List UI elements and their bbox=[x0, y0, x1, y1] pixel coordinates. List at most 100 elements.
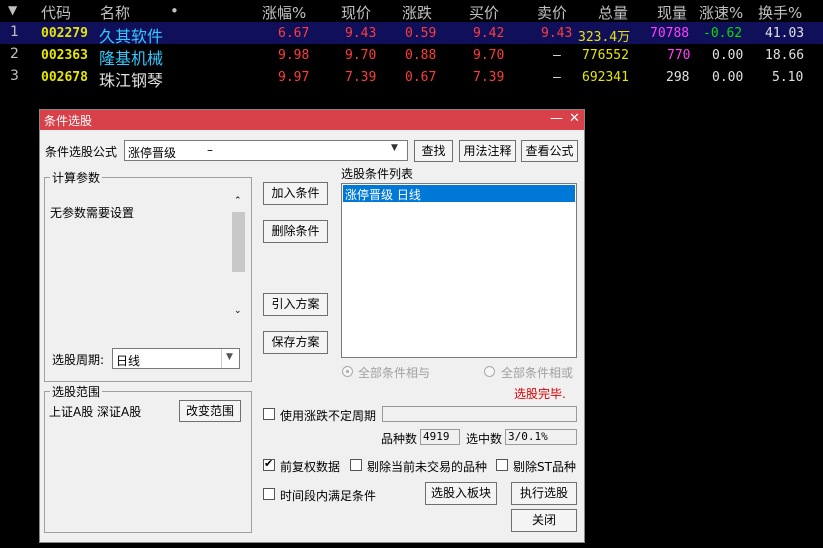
col-ask[interactable]: 卖价 bbox=[537, 2, 567, 23]
cell-price: 9.70 bbox=[345, 48, 377, 63]
col-name[interactable]: 名称 bbox=[100, 2, 130, 23]
col-turnover[interactable]: 换手% bbox=[758, 2, 802, 23]
scroll-up-icon[interactable]: ⌃ bbox=[234, 196, 242, 206]
run-select-button[interactable]: 执行选股 bbox=[511, 482, 577, 505]
add-condition-button[interactable]: 加入条件 bbox=[263, 182, 328, 205]
params-text: 无参数需要设置 bbox=[50, 206, 135, 220]
cell-speed: 0.00 bbox=[712, 70, 744, 85]
range-group-label: 选股范围 bbox=[50, 383, 103, 400]
count-value: 4919 bbox=[420, 429, 460, 445]
exclude-st-checkbox[interactable] bbox=[496, 459, 508, 471]
cell-bid: 9.70 bbox=[473, 48, 505, 63]
formula-label: 条件选股公式 bbox=[45, 145, 118, 159]
chevron-down-icon[interactable]: ▼ bbox=[226, 352, 233, 362]
delete-condition-button[interactable]: 删除条件 bbox=[263, 220, 328, 243]
cell-volume: 323.4万 bbox=[578, 30, 631, 45]
prefq-label: 前复权数据 bbox=[280, 460, 341, 474]
list-item[interactable]: 涨停晋级 日线 bbox=[343, 185, 575, 202]
check-icon: ✔ bbox=[264, 457, 274, 470]
cell-speed: -0.62 bbox=[703, 26, 743, 41]
cell-ask: — bbox=[553, 70, 561, 85]
col-code[interactable]: 代码 bbox=[41, 2, 71, 23]
scrollbar-thumb[interactable] bbox=[232, 212, 245, 272]
stock-code: 002363 bbox=[41, 48, 88, 63]
cell-ask: 9.43 bbox=[541, 26, 573, 41]
period-select[interactable]: 日线 ▼ bbox=[112, 348, 240, 369]
table-header: ▼ 代码 名称 • 涨幅% 现价 涨跌 买价 卖价 总量 现量 涨速% 换手% bbox=[0, 0, 823, 22]
col-price[interactable]: 现价 bbox=[341, 2, 371, 23]
cell-pct: 9.98 bbox=[278, 48, 310, 63]
save-scheme-button[interactable]: 保存方案 bbox=[263, 331, 328, 354]
close-button[interactable]: 关闭 bbox=[511, 509, 577, 532]
cell-bid: 9.42 bbox=[473, 26, 505, 41]
cell-volume: 692341 bbox=[582, 70, 629, 85]
stock-code: 002678 bbox=[41, 70, 88, 85]
dialog-title-bar[interactable]: 条件选股 — ✕ bbox=[40, 110, 584, 130]
cell-turnover: 18.66 bbox=[765, 48, 805, 63]
radio-and-label: 全部条件相与 bbox=[358, 366, 431, 380]
range-text: 上证A股 深证A股 bbox=[49, 405, 142, 419]
table-row[interactable]: 3 002678 珠江钢琴 9.97 7.39 0.67 7.39 — 6923… bbox=[0, 66, 823, 90]
usage-note-button[interactable]: 用法注释 bbox=[459, 140, 516, 162]
row-index: 1 bbox=[10, 24, 19, 40]
col-bid[interactable]: 买价 bbox=[469, 2, 499, 23]
view-formula-button[interactable]: 查看公式 bbox=[521, 140, 578, 162]
timerange-label: 时间段内满足条件 bbox=[280, 489, 377, 503]
radio-and[interactable] bbox=[342, 366, 353, 377]
selected-label: 选中数 bbox=[466, 432, 503, 446]
col-pct[interactable]: 涨幅% bbox=[262, 2, 306, 23]
col-dot: • bbox=[170, 2, 179, 20]
cell-volume: 776552 bbox=[582, 48, 629, 63]
period-label: 选股周期: bbox=[52, 353, 105, 367]
col-change[interactable]: 涨跌 bbox=[402, 2, 432, 23]
cell-turnover: 41.03 bbox=[765, 26, 805, 41]
condition-item-label: 涨停晋级 日线 bbox=[345, 188, 421, 202]
exclude-notrade-checkbox[interactable] bbox=[350, 459, 362, 471]
prefq-checkbox[interactable]: ✔ bbox=[263, 457, 275, 471]
cell-cur-vol: 70788 bbox=[650, 26, 690, 41]
cell-change: 0.59 bbox=[405, 26, 437, 41]
col-volume[interactable]: 总量 bbox=[598, 2, 628, 23]
params-scrollbar[interactable]: ⌃ ⌄ bbox=[231, 196, 246, 322]
sort-arrow-icon[interactable]: ▼ bbox=[8, 3, 17, 17]
chevron-down-icon[interactable]: ▼ bbox=[391, 143, 398, 153]
cell-pct: 6.67 bbox=[278, 26, 310, 41]
cell-price: 9.43 bbox=[345, 26, 377, 41]
row-index: 3 bbox=[10, 68, 19, 84]
import-scheme-button[interactable]: 引入方案 bbox=[263, 293, 328, 316]
col-cur-vol[interactable]: 现量 bbox=[657, 2, 687, 23]
change-range-button[interactable]: 改变范围 bbox=[179, 400, 241, 422]
count-label: 品种数 bbox=[381, 432, 418, 446]
cell-cur-vol: 770 bbox=[667, 48, 691, 63]
to-block-button[interactable]: 选股入板块 bbox=[425, 482, 497, 505]
cell-cur-vol: 298 bbox=[666, 70, 690, 85]
exclude-st-label: 剔除ST品种 bbox=[513, 460, 576, 474]
condition-list[interactable]: 涨停晋级 日线 bbox=[341, 183, 577, 358]
table-row[interactable]: 1 002279 久其软件 6.67 9.43 0.59 9.42 9.43 3… bbox=[0, 22, 823, 46]
condition-list-label: 选股条件列表 bbox=[341, 167, 414, 181]
col-speed[interactable]: 涨速% bbox=[699, 2, 743, 23]
close-icon[interactable]: ✕ bbox=[569, 111, 580, 126]
cell-price: 7.39 bbox=[345, 70, 377, 85]
cell-change: 0.88 bbox=[405, 48, 437, 63]
minimize-icon[interactable]: — bbox=[550, 111, 563, 126]
find-button[interactable]: 查找 bbox=[414, 140, 453, 162]
dialog-title: 条件选股 bbox=[44, 114, 93, 128]
cell-change: 0.67 bbox=[405, 70, 437, 85]
uncertain-period-checkbox[interactable] bbox=[263, 408, 275, 420]
selected-value: 3/0.1% bbox=[505, 429, 577, 445]
period-dropdown[interactable]: ▼ bbox=[221, 349, 240, 368]
scroll-down-icon[interactable]: ⌄ bbox=[234, 306, 242, 316]
table-row[interactable]: 2 002363 隆基机械 9.98 9.70 0.88 9.70 — 7765… bbox=[0, 44, 823, 68]
cell-speed: 0.00 bbox=[712, 48, 744, 63]
formula-dash: – bbox=[207, 143, 213, 157]
cell-bid: 7.39 bbox=[473, 70, 505, 85]
condition-select-dialog: 条件选股 — ✕ 条件选股公式 涨停晋级 – ▼ 查找 用法注释 查看公式 计算… bbox=[39, 109, 585, 543]
uncertain-period-field bbox=[382, 406, 577, 422]
formula-select[interactable]: 涨停晋级 – ▼ bbox=[124, 140, 408, 161]
period-value: 日线 bbox=[116, 354, 141, 368]
timerange-checkbox[interactable] bbox=[263, 488, 275, 500]
radio-or[interactable] bbox=[484, 366, 495, 377]
uncertain-period-label: 使用涨跌不定周期 bbox=[280, 409, 377, 423]
cell-ask: — bbox=[553, 48, 561, 63]
